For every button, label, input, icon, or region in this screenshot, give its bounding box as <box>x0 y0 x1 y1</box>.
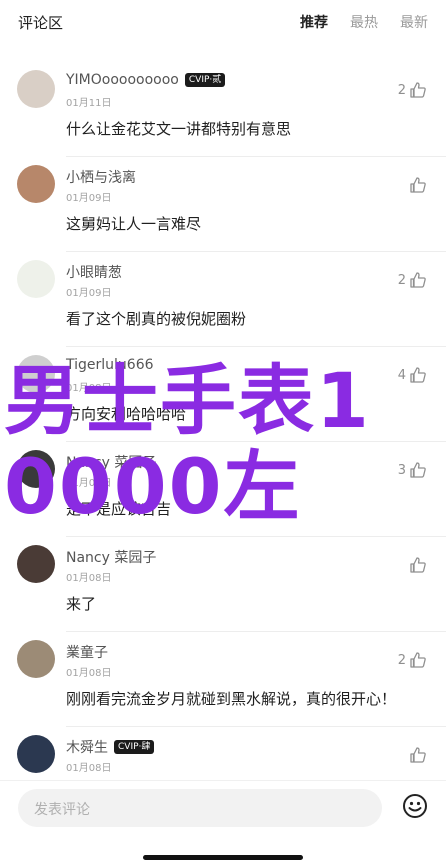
like-count: 3 <box>397 462 406 478</box>
comment-item[interactable]: 小眼睛葱 01月09日看了这个剧真的被倪妮圈粉 2 <box>0 252 446 347</box>
comments-header: 评论区 推荐 最热 最新 <box>0 0 446 44</box>
ad-overlay-line2: 0000左 <box>4 442 302 531</box>
name-row: YIMOooooooooo CVIP·贰 <box>66 72 226 88</box>
comment-input-placeholder: 发表评论 <box>34 802 90 818</box>
avatar[interactable] <box>17 545 55 583</box>
comment-date: 01月09日 <box>66 193 112 204</box>
comment-item[interactable]: 小栖与浅离 01月09日这舅妈让人一言难尽 <box>0 157 446 252</box>
smile-emoji-icon[interactable] <box>402 793 428 819</box>
comment-item[interactable]: Nancy 菜园子 01月08日来了 <box>0 537 446 632</box>
tab-latest[interactable]: 最新 <box>400 12 428 32</box>
like-button[interactable]: 3 <box>398 460 428 480</box>
page-title: 评论区 <box>18 14 64 32</box>
ad-overlay-line1: 男士手表1 <box>4 356 371 445</box>
comment-date: 01月08日 <box>66 573 112 584</box>
thumbs-up-icon <box>410 82 426 98</box>
comment-date: 01月08日 <box>66 668 112 679</box>
home-indicator <box>143 855 303 860</box>
comment-item[interactable]: 業童子 01月08日刚刚看完流金岁月就碰到黑水解说，真的很开心！ 2 <box>0 632 446 727</box>
commenter-name[interactable]: 業童子 <box>66 642 108 662</box>
comment-text: 来了 <box>66 595 97 613</box>
thumbs-up-icon <box>410 462 426 478</box>
sort-tabs: 推荐 最热 最新 <box>300 12 428 32</box>
like-button[interactable] <box>406 555 428 575</box>
comment-text: 看了这个剧真的被倪妮圈粉 <box>66 310 247 328</box>
comment-text: 什么让金花艾文一讲都特别有意思 <box>66 120 292 138</box>
thumbs-up-icon <box>410 177 426 193</box>
vip-badge: CVIP·贰 <box>184 73 226 87</box>
commenter-name[interactable]: 木舜生 <box>66 737 108 757</box>
like-button[interactable]: 2 <box>398 80 428 100</box>
commenter-name[interactable]: 小栖与浅离 <box>66 167 136 187</box>
name-row: 小眼睛葱 <box>66 262 122 282</box>
comment-date: 01月08日 <box>66 763 112 774</box>
avatar[interactable] <box>17 735 55 773</box>
like-count: 2 <box>397 272 406 288</box>
like-button[interactable]: 2 <box>398 270 428 290</box>
comment-date: 01月11日 <box>66 98 112 109</box>
like-count: 2 <box>397 652 406 668</box>
name-row: 業童子 <box>66 642 108 662</box>
like-button[interactable] <box>406 745 428 765</box>
thumbs-up-icon <box>410 557 426 573</box>
commenter-name[interactable]: Nancy 菜园子 <box>66 547 156 567</box>
tab-hottest[interactable]: 最热 <box>350 12 378 32</box>
comment-input-bar: 发表评论 <box>0 780 446 868</box>
like-count: 2 <box>397 82 406 98</box>
comment-date: 01月09日 <box>66 288 112 299</box>
name-row: 小栖与浅离 <box>66 167 136 187</box>
comment-input[interactable]: 发表评论 <box>18 789 382 827</box>
like-count: 4 <box>397 367 406 383</box>
avatar[interactable] <box>17 70 55 108</box>
tab-recommended[interactable]: 推荐 <box>300 12 328 32</box>
thumbs-up-icon <box>410 652 426 668</box>
name-row: 木舜生 CVIP·肆 <box>66 737 155 757</box>
thumbs-up-icon <box>410 367 426 383</box>
comment-item[interactable]: YIMOooooooooo CVIP·贰 01月11日什么让金花艾文一讲都特别有意思… <box>0 62 446 157</box>
thumbs-up-icon <box>410 272 426 288</box>
like-button[interactable]: 2 <box>398 650 428 670</box>
avatar[interactable] <box>17 640 55 678</box>
vip-badge: CVIP·肆 <box>114 740 155 754</box>
ad-overlay-text: 男士手表1 0000左 <box>4 358 371 530</box>
commenter-name[interactable]: 小眼睛葱 <box>66 262 122 282</box>
like-button[interactable] <box>406 175 428 195</box>
commenter-name[interactable]: YIMOooooooooo <box>66 72 179 88</box>
comment-text: 刚刚看完流金岁月就碰到黑水解说，真的很开心！ <box>66 690 397 708</box>
like-button[interactable]: 4 <box>398 365 428 385</box>
name-row: Nancy 菜园子 <box>66 547 156 567</box>
avatar[interactable] <box>17 260 55 298</box>
avatar[interactable] <box>17 165 55 203</box>
thumbs-up-icon <box>410 747 426 763</box>
comment-text: 这舅妈让人一言难尽 <box>66 215 202 233</box>
